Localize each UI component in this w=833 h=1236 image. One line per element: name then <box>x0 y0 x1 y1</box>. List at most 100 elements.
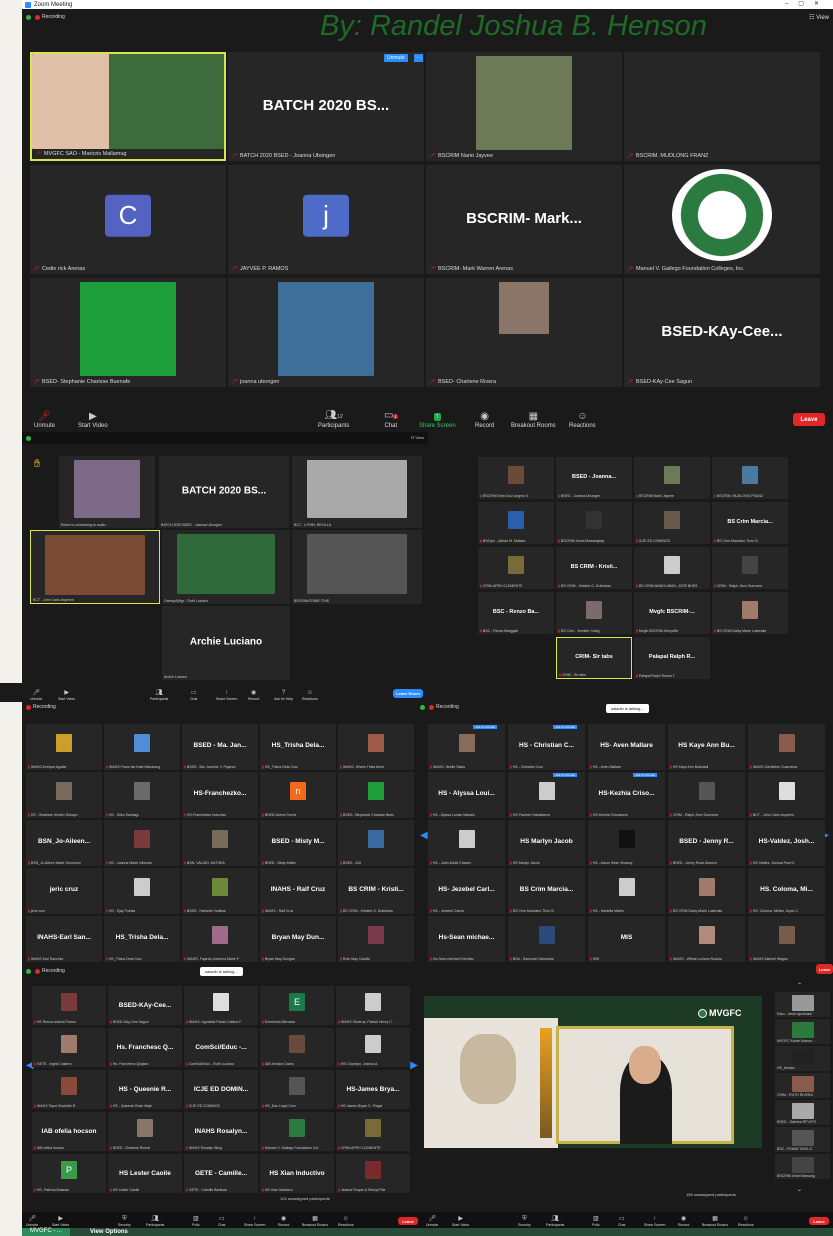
unmute-small-button[interactable]: Unmute <box>384 54 408 62</box>
scroll-down-icon[interactable]: ⌄ <box>797 1186 802 1193</box>
mic-off-icon: 🎤︎ <box>33 379 40 385</box>
ask-to-unmute-button[interactable]: Ask to Unmute <box>633 773 657 777</box>
reactions-button[interactable]: ☺ Reactions <box>302 690 318 701</box>
taskbar-item-view-options[interactable]: View Options <box>90 1229 128 1235</box>
start-video-button[interactable]: ▶︎ Start Video <box>78 411 108 429</box>
next-page-icon[interactable]: ▶ <box>410 1060 418 1071</box>
participant-tile: Cams(uf)Mgr - Ruth Luciano <box>162 530 290 604</box>
participants-button[interactable]: 👥︎ Participants <box>150 690 168 701</box>
participant-name-text: HS_Kesian <box>777 1066 795 1070</box>
unmute-button[interactable]: 🎤︎ Unmute <box>26 1216 38 1227</box>
polls-button[interactable]: ▥ Polls <box>192 1216 200 1227</box>
participant-name: 🎤︎ joanna ubongen <box>231 379 279 385</box>
mic-off-icon: 🎤︎ <box>231 153 238 159</box>
participant-video <box>742 555 758 574</box>
mic-off-icon: 🎤︎ <box>38 411 51 422</box>
participant-tile: BSED-KAy-Cee... 🎤︎ BSED-KAy-Cee Sagun <box>624 278 820 387</box>
participant-video <box>368 926 384 945</box>
leave-button[interactable]: Leave <box>398 1217 418 1225</box>
share-screen-button[interactable]: ↑ Share Screen <box>216 690 237 701</box>
recording-label: Recording <box>33 704 56 710</box>
start-video-button[interactable]: ▶︎ Start Video <box>452 1216 469 1227</box>
participant-name-text: HS Lester Caoile <box>112 1188 140 1192</box>
reactions-label: Reactions <box>338 1223 354 1227</box>
participant-tile: MVGFC Admin Manue... <box>775 1019 830 1044</box>
leave-room-button[interactable]: Leave Room <box>393 689 423 698</box>
ask-to-unmute-button[interactable]: Ask to Unmute <box>553 773 577 777</box>
participants-button[interactable]: 👥︎ Participants <box>146 1216 164 1227</box>
security-button[interactable]: ⛨ Security <box>118 1216 131 1227</box>
taskbar-item-meeting[interactable]: MVGFC - ... <box>22 1228 70 1236</box>
participant-tile: BCT - LYRIEL REVILLA <box>292 456 422 528</box>
prev-page-icon[interactable]: ◀ <box>420 830 428 841</box>
participant-video <box>586 600 602 619</box>
share-screen-button[interactable]: ↑ Share Screen <box>244 1216 265 1227</box>
start-video-button[interactable]: ▶︎ Start Video <box>58 690 75 701</box>
security-button[interactable]: ⛨ Security <box>518 1216 531 1227</box>
ask-for-help-button[interactable]: ? Ask for Help <box>274 690 293 701</box>
leave-button[interactable]: Leave <box>816 964 833 974</box>
participant-tile: GETE - Camille... ▮ GETE - Camille Bautis… <box>184 1154 258 1193</box>
participant-name: ▮ INAHS - Wilma Luciano Rodula <box>670 957 722 961</box>
reactions-button[interactable]: ☺ Reactions <box>338 1216 354 1227</box>
gallery-window-4: Recording ▮ INAHS-Enrique Aguilar ▮ INAHS… <box>22 702 416 964</box>
participant-display-name: HS_Trisha Dela... <box>115 934 169 942</box>
participant-video <box>791 1102 814 1119</box>
reactions-button[interactable]: ☺ Reactions <box>738 1216 754 1227</box>
participants-button[interactable]: 👥︎ Participants <box>546 1216 564 1227</box>
unmute-button[interactable]: 🎤︎ Unmute <box>30 690 42 701</box>
participant-display-name: ComSci/Educ -... <box>195 1043 247 1051</box>
reactions-icon: ☺ <box>306 690 313 696</box>
scroll-up-icon[interactable]: ⌃ <box>797 982 802 989</box>
ask-to-unmute-button[interactable]: Ask to Unmute <box>553 725 577 729</box>
chat-button[interactable]: ▭1 Chat <box>384 410 398 429</box>
ask-to-unmute-button[interactable]: Ask to Unmute <box>473 725 497 729</box>
participant-name: ▮ HS - Joanna Marie Ulbunan <box>106 861 152 865</box>
participant-video <box>508 465 524 484</box>
participant-tile: Palapal Ralph R... ▮ Palapal Ralph Raven … <box>634 637 710 679</box>
breakout-rooms-button[interactable]: ▦ Breakout Rooms <box>702 1216 728 1227</box>
record-button[interactable]: ◉ Record <box>678 1216 689 1227</box>
participant-name-text: GETE - Ingrid Calareo <box>36 1062 72 1066</box>
view-label: View <box>816 15 829 21</box>
view-button[interactable]: ☷ View <box>411 435 424 440</box>
chat-button[interactable]: ▭ Chat <box>218 1216 225 1227</box>
start-video-button[interactable]: ▶︎ Start Video <box>52 1216 69 1227</box>
breakout-rooms-button[interactable]: ▦ Breakout Rooms <box>302 1216 328 1227</box>
participant-name-text: joanna ubongen <box>239 379 280 385</box>
participant-name: ▮ HS- Patricia Bulacan <box>34 1188 69 1192</box>
unmute-button[interactable]: 🎤︎ Unmute <box>34 411 55 429</box>
record-button[interactable]: ◉ Record <box>278 1216 289 1227</box>
participant-tile: ▮ HS - Stiko Santiago <box>104 772 180 818</box>
chat-button[interactable]: ▭ Chat <box>618 1216 625 1227</box>
mini-toolbar: 🎤︎ Unmute ▶︎ Start Video ⛨ Security 👥︎ Particip… <box>422 1212 833 1228</box>
reactions-button[interactable]: ☺ Reactions <box>569 411 596 429</box>
avatar: C <box>105 194 151 237</box>
participant-display-name: HS - Christian C... <box>519 742 574 750</box>
start-video-label: Start Video <box>78 423 108 429</box>
more-options-button[interactable]: ··· <box>414 54 423 62</box>
window-controls[interactable]: –▢✕ <box>785 0 829 7</box>
leave-button[interactable]: Leave <box>809 1217 829 1225</box>
unmute-button[interactable]: 🎤︎ Unmute <box>426 1216 438 1227</box>
record-button[interactable]: ◉ Record <box>475 411 494 429</box>
share-screen-button[interactable]: ↑ Share Screen <box>644 1216 665 1227</box>
participant-name-text: HS_Trisha Dela Cruz <box>108 957 142 961</box>
chat-button[interactable]: ▭ Chat <box>190 690 197 701</box>
record-button[interactable]: ◉ Record <box>248 690 259 701</box>
polls-button[interactable]: ▥ Polls <box>592 1216 600 1227</box>
participant-tile: ▮ HS Renza Austria Franco <box>32 986 106 1025</box>
participant-name-text: IHS Ocampo, Joshua A. <box>340 1062 379 1066</box>
view-button[interactable]: ☷ View <box>809 14 829 21</box>
share-screen-button[interactable]: ↑ Share Screen <box>419 413 456 429</box>
participant-name: ▮ GETE - Ingrid Calareo <box>34 1062 72 1066</box>
participant-video <box>458 734 475 753</box>
participant-video <box>791 1048 814 1065</box>
participants-button[interactable]: 👥︎12 Participants <box>318 410 349 429</box>
leave-button[interactable]: Leave <box>793 413 825 426</box>
participant-display-name: Hs-Sean michae... <box>438 934 495 942</box>
reactions-label: Reactions <box>302 697 318 701</box>
participant-name: ▮ Bryan May Dungao <box>262 957 295 961</box>
participant-name-text: BSCRIM/CRIME-THIS <box>294 599 329 603</box>
breakout-rooms-button[interactable]: ▦ Breakout Rooms <box>511 411 556 429</box>
